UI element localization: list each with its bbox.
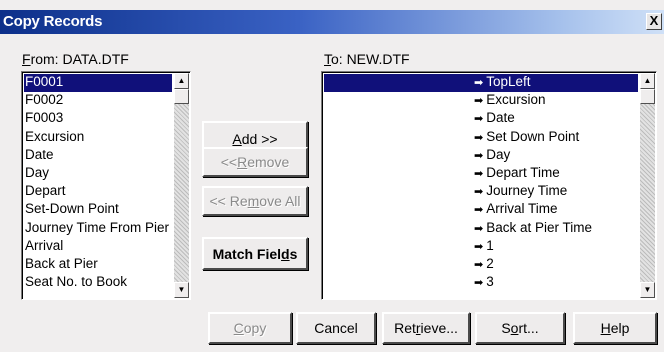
from-list-items: F0001 F0002 F0003 Excursion Date Day Depart Set…	[24, 74, 172, 297]
scroll-thumb[interactable]	[174, 89, 189, 104]
arrow-right-icon: ➡	[474, 222, 484, 235]
to-list-item[interactable]: ➡ Set Down Point	[324, 129, 638, 147]
from-list-item[interactable]: Day	[24, 165, 172, 183]
remove-all-button[interactable]: << Re m ove All	[202, 186, 308, 216]
arrow-right-icon: ➡	[474, 131, 484, 144]
arrow-right-icon: ➡	[474, 258, 484, 271]
title-bar[interactable]: Copy Records X	[0, 10, 664, 34]
from-list-item[interactable]: Arrival	[24, 238, 172, 256]
to-list-item-label: TopLeft	[486, 74, 531, 89]
from-list-item[interactable]: F0001	[24, 74, 172, 93]
to-list-item-label: Journey Time	[486, 183, 568, 199]
retrieve-button-post: ieve...	[420, 320, 458, 336]
to-list-item[interactable]: ➡ 1	[324, 238, 638, 256]
to-list-item-label: 2	[486, 255, 494, 271]
arrow-right-icon: ➡	[474, 77, 484, 89]
sort-button[interactable]: So rt...	[475, 312, 565, 344]
to-list-item[interactable]: ➡ Arrival Time	[324, 201, 638, 219]
scroll-down-icon[interactable]: ▼	[640, 282, 655, 298]
from-list-item[interactable]: Date	[24, 147, 172, 165]
arrow-right-icon: ➡	[474, 204, 484, 217]
to-list-item[interactable]: ➡ Back at Pier Time	[324, 220, 638, 238]
retrieve-button-pre: Ret	[394, 320, 416, 336]
cancel-button[interactable]: Cancel	[296, 312, 376, 344]
sort-button-post: rt...	[518, 320, 539, 336]
copy-button-post: opy	[243, 320, 267, 336]
from-list-item[interactable]: Set-Down Point	[24, 201, 172, 219]
copy-button-mnemonic: C	[233, 320, 244, 336]
to-list-item[interactable]: ➡ Journey Time	[324, 183, 638, 201]
to-list-item-label: Date	[486, 110, 515, 126]
remove-button-post: emove	[247, 154, 290, 170]
to-list-item[interactable]: ➡ Date	[324, 110, 638, 128]
help-button-post: elp	[610, 320, 630, 336]
scroll-up-icon[interactable]: ▲	[640, 73, 655, 89]
scroll-down-icon[interactable]: ▼	[174, 282, 189, 298]
to-list-item-label: Excursion	[486, 92, 546, 108]
to-list-item[interactable]: ➡ Depart Time	[324, 165, 638, 183]
arrow-right-icon: ➡	[474, 113, 484, 126]
match-fields-button-post: s	[289, 245, 298, 262]
remove-button-pre: <<	[220, 154, 238, 170]
from-list-item[interactable]: F0003	[24, 110, 172, 128]
to-list-items: ➡ TopLeft ➡ Excursion ➡ Date ➡ Set Down Point ➡ D…	[324, 74, 638, 297]
to-list-item[interactable]: ➡ TopLeft	[324, 74, 638, 93]
from-list-item[interactable]: Depart	[24, 183, 172, 201]
to-list-item-label: 3	[486, 274, 494, 290]
close-icon[interactable]: X	[646, 13, 662, 30]
scroll-thumb[interactable]	[640, 89, 655, 104]
to-list-item[interactable]: ➡ 2	[324, 256, 638, 274]
to-list-item-label: Depart Time	[486, 164, 560, 180]
from-list-item[interactable]: F0002	[24, 92, 172, 110]
add-button-mnemonic: A	[232, 130, 242, 147]
from-list-item[interactable]: Back at Pier	[24, 256, 172, 274]
to-label-mnemonic: T	[324, 51, 331, 67]
arrow-right-icon: ➡	[474, 240, 484, 253]
copy-button[interactable]: Copy	[208, 312, 292, 344]
arrow-right-icon: ➡	[474, 95, 484, 108]
match-fields-button-pre: Match Fiel	[212, 245, 282, 262]
sort-button-pre: S	[501, 320, 511, 336]
to-label-text: o: NEW.DTF	[331, 51, 410, 67]
to-list-item[interactable]: ➡ 3	[324, 274, 638, 292]
arrow-right-icon: ➡	[474, 186, 484, 199]
to-list-item-label: Back at Pier Time	[486, 219, 593, 235]
sort-button-mnemonic: o	[510, 320, 519, 336]
add-button-post: dd >>	[241, 130, 278, 147]
window-title: Copy Records	[3, 13, 103, 30]
to-list-item[interactable]: ➡ Excursion	[324, 92, 638, 110]
match-fields-button[interactable]: Match Fiel d s	[202, 237, 308, 270]
arrow-right-icon: ➡	[474, 167, 484, 180]
from-list-scrollbar[interactable]: ▲ ▼	[174, 73, 189, 298]
to-fields-list[interactable]: ➡ TopLeft ➡ Excursion ➡ Date ➡ Set Down Point ➡ D…	[321, 71, 657, 300]
help-button[interactable]: Help	[573, 312, 657, 344]
remove-all-button-post: ove All	[259, 193, 301, 209]
remove-button-mnemonic: R	[237, 154, 248, 170]
retrieve-button[interactable]: Ret r ieve...	[382, 312, 470, 344]
cancel-button-label: Cancel	[314, 320, 358, 336]
from-list-item[interactable]: Seat No. to Book	[24, 274, 172, 292]
from-label: From: DATA.DTF	[22, 51, 129, 67]
to-list-item-label: Day	[486, 146, 511, 162]
arrow-right-icon: ➡	[474, 149, 484, 162]
from-label-mnemonic: F	[22, 51, 31, 67]
match-fields-button-mnemonic: d	[281, 245, 290, 262]
to-list-scrollbar[interactable]: ▲ ▼	[640, 73, 655, 298]
to-list-item-label: Set Down Point	[486, 128, 580, 144]
help-button-mnemonic: H	[600, 320, 611, 336]
from-label-text: rom: DATA.DTF	[30, 51, 129, 67]
remove-all-button-pre: << Re	[209, 193, 248, 209]
to-list-item-label: Arrival Time	[486, 201, 558, 217]
copy-records-dialog: Copy Records X From: DATA.DTF To: NEW.DT…	[0, 0, 664, 352]
from-list-item[interactable]: Journey Time From Pier	[24, 220, 172, 238]
to-list-item-label: 1	[486, 237, 494, 253]
from-fields-list[interactable]: F0001 F0002 F0003 Excursion Date Day Depart Set…	[21, 71, 191, 300]
scroll-up-icon[interactable]: ▲	[174, 73, 189, 89]
to-list-item[interactable]: ➡ Day	[324, 147, 638, 165]
remove-button[interactable]: << Remove	[202, 147, 308, 177]
to-label: To: NEW.DTF	[324, 51, 410, 67]
from-list-item[interactable]: Excursion	[24, 129, 172, 147]
arrow-right-icon: ➡	[474, 277, 484, 290]
remove-all-button-mnemonic: m	[247, 193, 260, 209]
